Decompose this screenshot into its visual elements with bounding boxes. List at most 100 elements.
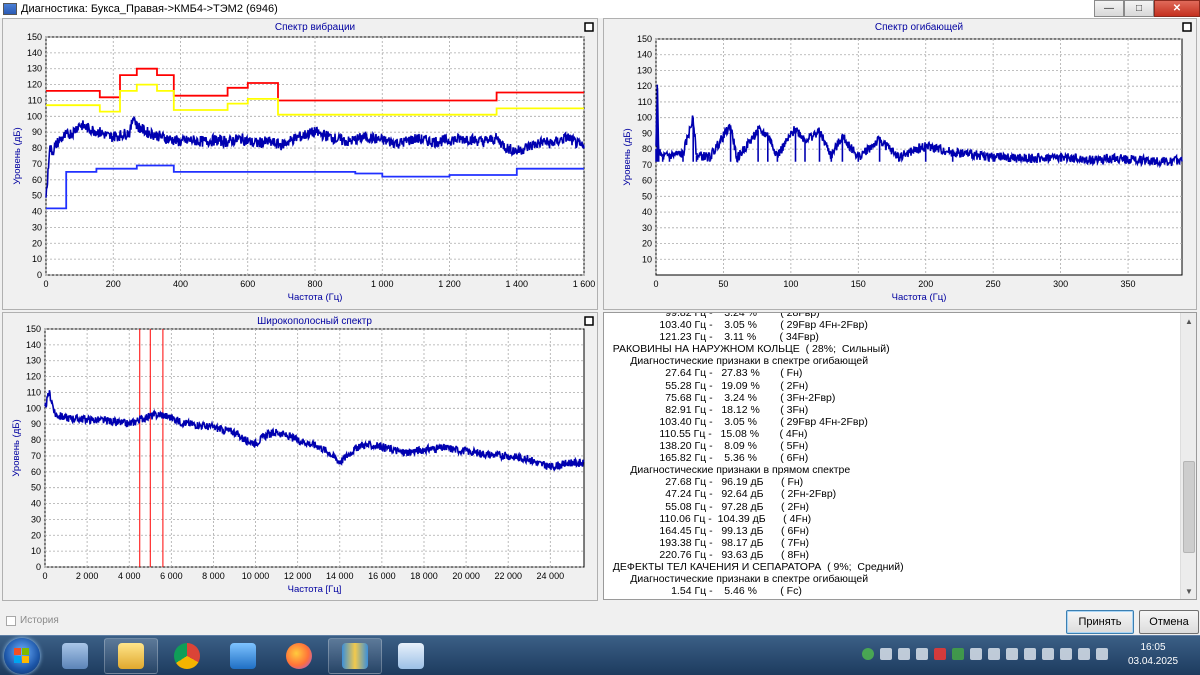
log-line: 55.28 Гц - 19.09 % ( 2Fн)	[604, 379, 809, 392]
taskbar-chrome[interactable]	[160, 638, 214, 674]
y-tick-label: 130	[27, 64, 42, 74]
dialog-footer: История Принять Отмена	[0, 603, 1200, 635]
y-tick-label: 130	[26, 356, 41, 366]
y-axis-label: Уровень (дБ)	[11, 419, 22, 476]
x-tick-label: 800	[307, 279, 322, 289]
scrollbar-thumb[interactable]	[1183, 461, 1195, 553]
viewer-icon	[398, 643, 424, 669]
taskbar: 16:05 03.04.2025	[0, 635, 1200, 675]
y-tick-label: 30	[642, 223, 652, 233]
log-line: 99.82 Гц - 3.24 % ( 28Fвр)	[604, 312, 820, 319]
taskbar-viewer[interactable]	[384, 638, 438, 674]
y-tick-label: 80	[31, 435, 41, 445]
y-tick-label: 120	[637, 81, 652, 91]
x-tick-label: 6 000	[160, 571, 183, 581]
tray-green-icon[interactable]	[952, 648, 964, 660]
taskbar-app[interactable]	[216, 638, 270, 674]
tray-device-icon[interactable]	[970, 648, 982, 660]
tray-battery-icon[interactable]	[1042, 648, 1054, 660]
diagnostic-log[interactable]: 99.82 Гц - 3.24 % ( 28Fвр) 103.40 Гц - 3…	[603, 312, 1197, 600]
chart-title: Широкополосный спектр	[257, 316, 372, 327]
y-tick-label: 40	[31, 499, 41, 509]
firefox-icon	[286, 643, 312, 669]
tray-alert-icon[interactable]	[934, 648, 946, 660]
tray-tool-icon[interactable]	[916, 648, 928, 660]
taskbar-diagnostics-app[interactable]	[328, 638, 382, 674]
tray-monitor-icon[interactable]	[988, 648, 1000, 660]
x-tick-label: 12 000	[284, 571, 312, 581]
y-tick-label: 10	[642, 254, 652, 264]
tray-volume-icon[interactable]	[1060, 648, 1072, 660]
broadband-spectrum-chart[interactable]: Широкополосный спектр 0 10 20 30 40 50 60 70 80 90…	[3, 313, 599, 602]
y-tick-label: 50	[32, 191, 42, 201]
log-line: 164.45 Гц - 99.13 дБ ( 6Fн)	[604, 524, 810, 537]
y-tick-label: 10	[31, 546, 41, 556]
start-button[interactable]	[4, 638, 40, 674]
y-tick-label: 90	[31, 419, 41, 429]
system-tray	[862, 648, 1108, 660]
x-tick-label: 22 000	[494, 571, 522, 581]
x-axis-label: Частота (Гц)	[892, 292, 947, 303]
x-tick-label: 8 000	[202, 571, 225, 581]
taskbar-clock[interactable]: 16:05 03.04.2025	[1118, 641, 1188, 669]
y-tick-label: 60	[32, 175, 42, 185]
tray-language-icon[interactable]	[1078, 648, 1090, 660]
close-button[interactable]: ✕	[1154, 0, 1200, 17]
log-line: 103.40 Гц - 3.05 % ( 29Fвр 4Fн-2Fвр)	[604, 415, 868, 428]
tray-signal-icon[interactable]	[1096, 648, 1108, 660]
tray-app-icon[interactable]	[898, 648, 910, 660]
tray-check-icon[interactable]	[862, 648, 874, 660]
y-tick-label: 0	[36, 562, 41, 572]
vibration-spectrum-chart[interactable]: Спектр вибрации 0 10 20 30 40 50 60 70 80 90 100 110…	[3, 19, 599, 311]
cancel-button[interactable]: Отмена	[1139, 610, 1199, 634]
x-tick-label: 1 400	[505, 279, 528, 289]
x-tick-label: 150	[851, 279, 866, 289]
log-line: РАКОВИНЫ НА НАРУЖНОМ КОЛЬЦЕ ( 28%; Сильн…	[604, 343, 890, 356]
taskbar-firefox[interactable]	[272, 638, 326, 674]
history-label: История	[20, 615, 59, 626]
app-icon	[230, 643, 256, 669]
log-scrollbar[interactable]: ▲ ▼	[1180, 313, 1196, 599]
scroll-up-icon[interactable]: ▲	[1181, 313, 1196, 329]
chart-maximize-icon[interactable]	[584, 22, 594, 32]
log-line: 110.06 Гц - 104.39 дБ ( 4Fн)	[604, 512, 812, 525]
chart-maximize-icon[interactable]	[584, 316, 594, 326]
accept-button[interactable]: Принять	[1066, 610, 1134, 634]
taskbar-calculator[interactable]	[48, 638, 102, 674]
log-line: 138.20 Гц - 8.09 % ( 5Fн)	[604, 440, 809, 453]
y-tick-label: 90	[642, 128, 652, 138]
history-checkbox[interactable]: История	[6, 615, 59, 626]
x-tick-label: 1 000	[371, 279, 394, 289]
scroll-down-icon[interactable]: ▼	[1181, 583, 1196, 599]
window-controls: — □ ✕	[1094, 0, 1200, 17]
y-tick-label: 80	[32, 143, 42, 153]
x-tick-label: 18 000	[410, 571, 438, 581]
log-line: Диагностические признаки в прямом спектр…	[604, 464, 851, 477]
y-tick-label: 40	[32, 207, 42, 217]
y-tick-label: 60	[31, 467, 41, 477]
y-tick-label: 150	[27, 32, 42, 42]
history-checkbox-box[interactable]	[6, 615, 16, 626]
y-tick-label: 110	[28, 95, 42, 105]
tray-bluetooth-icon[interactable]	[880, 648, 892, 660]
log-line: ДЕФЕКТЫ ТЕЛ КАЧЕНИЯ И СЕПАРАТОРА ( 9%; С…	[604, 560, 904, 573]
log-line: 193.38 Гц - 98.17 дБ ( 7Fн)	[604, 536, 810, 549]
envelope-spectrum-chart[interactable]: Спектр огибающей 10 20 30 40 50 60 70 80 90 100 110…	[604, 19, 1198, 311]
x-tick-label: 1 600	[573, 279, 596, 289]
y-tick-label: 40	[642, 207, 652, 217]
log-line: 110.55 Гц - 15.08 % ( 4Fн)	[604, 427, 808, 440]
clock-date: 03.04.2025	[1127, 656, 1179, 667]
x-tick-label: 16 000	[368, 571, 396, 581]
maximize-button[interactable]: □	[1124, 0, 1154, 17]
tray-network-icon[interactable]	[1006, 648, 1018, 660]
x-tick-label: 50	[718, 279, 728, 289]
x-tick-label: 0	[42, 571, 47, 581]
taskbar-explorer[interactable]	[104, 638, 158, 674]
y-tick-label: 130	[637, 65, 652, 75]
minimize-button[interactable]: —	[1094, 0, 1124, 17]
y-tick-label: 110	[27, 387, 41, 397]
chart-maximize-icon[interactable]	[1182, 22, 1192, 32]
log-line: 47.24 Гц - 92.64 дБ ( 2Fн-2Fвр)	[604, 488, 837, 501]
x-tick-label: 200	[106, 279, 121, 289]
tray-flag-icon[interactable]	[1024, 648, 1036, 660]
